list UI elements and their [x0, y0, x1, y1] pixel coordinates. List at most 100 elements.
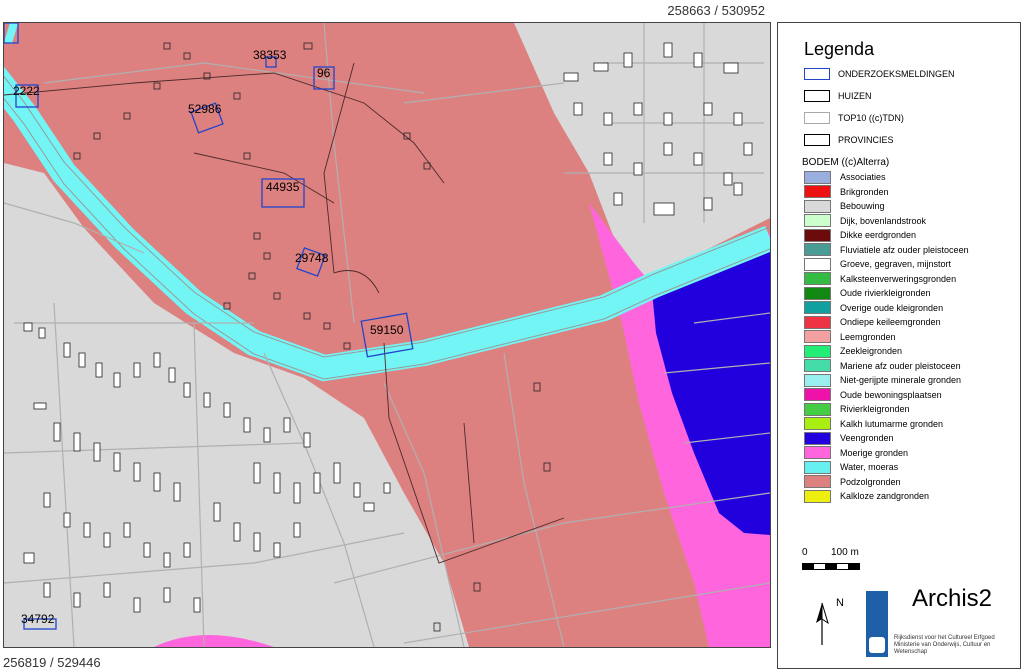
legend-bodem-item: Mariene afz ouder pleistoceen — [804, 359, 961, 373]
legend-bodem-item: Associaties — [804, 170, 886, 184]
legend-layer-top10: TOP10 ((c)TDN) — [804, 111, 904, 125]
legend-bodem-label: Moerige gronden — [840, 447, 909, 458]
legend-layer-label: PROVINCIES — [838, 135, 894, 145]
legend-bodem-label: Rivierkleigronden — [840, 404, 910, 414]
map-canvas[interactable]: 38353 96 2222 52986 44935 29748 59150 34… — [3, 22, 771, 648]
legend-bodem-swatch — [804, 460, 831, 474]
legend-bodem-item: Oude bewoningsplaatsen — [804, 388, 942, 402]
map-label-2222: 2222 — [13, 84, 40, 98]
legend-bodem-swatch — [804, 185, 831, 198]
legend-bodem-swatch — [804, 402, 831, 416]
legend-bodem-label: Niet-gerijpte minerale gronden — [840, 375, 962, 385]
map-label-44935: 44935 — [266, 180, 300, 194]
legend-bodem-swatch — [804, 257, 831, 271]
crest-icon — [869, 637, 885, 653]
legend-bodem-label: Kalksteenverweringsgronden — [840, 273, 957, 284]
legend-bodem-swatch — [804, 214, 831, 227]
north-label: N — [836, 597, 844, 609]
legend-bodem-item: Kalkh lutumarme gronden — [804, 417, 943, 431]
legend-bodem-label: Kalkh lutumarme gronden — [840, 418, 944, 429]
map-label-29748: 29748 — [295, 251, 329, 265]
legend-bodem-label: Veengronden — [840, 433, 894, 443]
legend-bodem-item: Moerige gronden — [804, 446, 908, 460]
legend-bodem-label: Podzolgronden — [840, 476, 901, 487]
legend-bodem-swatch — [804, 243, 831, 256]
legend-bodem-label: Dikke eerdgronden — [840, 230, 917, 240]
legend-symbol — [804, 112, 830, 124]
map-label-59150: 59150 — [370, 323, 404, 337]
legend-bodem-title: BODEM ((c)Alterra) — [802, 157, 890, 168]
legend-symbol — [804, 90, 830, 102]
legend-bodem-swatch — [804, 315, 831, 329]
legend-layer-label: ONDERZOEKSMELDINGEN — [838, 69, 955, 79]
legend-bodem-swatch — [804, 286, 831, 300]
legend-bodem-swatch — [804, 330, 831, 343]
legend-bodem-swatch — [804, 199, 831, 213]
legend-bodem-item: Ondiepe keileemgronden — [804, 315, 941, 329]
legend-bodem-swatch — [804, 431, 831, 445]
legend-bodem-item: Veengronden — [804, 431, 894, 445]
legend-bodem-item: Podzolgronden — [804, 475, 901, 489]
legend-bodem-label: Leemgronden — [840, 331, 896, 342]
legend-bodem-label: Fluviatiele afz ouder pleistoceen — [840, 244, 969, 255]
coordinate-bottom-left: 256819 / 529446 — [3, 655, 101, 670]
legend-bodem-label: Oude rivierkleigronden — [840, 288, 931, 298]
map-label-34792: 34792 — [21, 612, 55, 626]
legend-layer-huizen: HUIZEN — [804, 89, 872, 103]
legend-bodem-label: Oude bewoningsplaatsen — [840, 389, 942, 400]
map-label-52986: 52986 — [188, 102, 222, 116]
legend-bodem-item: Leemgronden — [804, 330, 896, 344]
legend-bodem-swatch — [804, 272, 831, 285]
app-title: Archis2 — [912, 585, 993, 612]
legend-symbol — [804, 134, 830, 146]
legend-bodem-label: Zeekleigronden — [840, 346, 903, 356]
scale-bar-graphic — [802, 563, 860, 570]
legend-bodem-swatch — [804, 344, 831, 358]
institution-text: Rijksdienst voor het Cultureel Erfgoed M… — [894, 635, 995, 655]
legend-layer-label: HUIZEN — [838, 91, 872, 101]
coordinate-top-right: 258663 / 530952 — [667, 3, 765, 18]
scale-bar: 0 100 m — [802, 547, 862, 577]
legend-bodem-label: Groeve, gegraven, mijnstort — [840, 259, 952, 269]
legend-bodem-item: Bebouwing — [804, 199, 885, 213]
legend-layer-onderzoeksmeldingen: ONDERZOEKSMELDINGEN — [804, 67, 955, 81]
scale-start-label: 0 — [802, 547, 808, 558]
legend-bodem-swatch — [804, 373, 831, 387]
legend-symbol — [804, 68, 830, 80]
legend-bodem-item: Fluviatiele afz ouder pleistoceen — [804, 243, 969, 257]
legend-bodem-label: Overige oude kleigronden — [840, 302, 944, 313]
legend-bodem-label: Kalkloze zandgronden — [840, 491, 930, 501]
legend-bodem-item: Kalkloze zandgronden — [804, 489, 929, 503]
legend-bodem-swatch — [804, 228, 831, 242]
map-label-38353: 38353 — [253, 48, 287, 62]
legend-bodem-item: Groeve, gegraven, mijnstort — [804, 257, 951, 271]
legend-bodem-item: Dikke eerdgronden — [804, 228, 916, 242]
legend-bodem-item: Dijk, bovenlandstrook — [804, 214, 926, 228]
legend-bodem-swatch — [804, 446, 831, 459]
legend-bodem-swatch — [804, 489, 831, 503]
legend-bodem-swatch — [804, 475, 831, 488]
legend-bodem-swatch — [804, 301, 831, 314]
legend-bodem-item: Water, moeras — [804, 460, 898, 474]
legend-bodem-swatch — [804, 359, 831, 372]
legend-bodem-label: Mariene afz ouder pleistoceen — [840, 360, 961, 371]
legend-bodem-swatch — [804, 417, 831, 430]
legend-panel: Legenda ONDERZOEKSMELDINGEN HUIZEN TOP10… — [777, 22, 1021, 669]
north-arrow-icon — [816, 602, 829, 645]
scale-end-label: 100 m — [831, 547, 859, 558]
legend-bodem-item: Rivierkleigronden — [804, 402, 910, 416]
legend-layer-provincies: PROVINCIES — [804, 133, 894, 147]
legend-bodem-item: Niet-gerijpte minerale gronden — [804, 373, 961, 387]
legend-bodem-item: Brikgronden — [804, 185, 889, 199]
legend-bodem-label: Dijk, bovenlandstrook — [840, 215, 927, 226]
legend-bodem-item: Overige oude kleigronden — [804, 301, 943, 315]
legend-title: Legenda — [804, 39, 875, 59]
legend-bodem-label: Associaties — [840, 172, 886, 182]
legend-bodem-label: Brikgronden — [840, 186, 889, 197]
legend-bodem-label: Water, moeras — [840, 462, 899, 472]
north-arrow: N — [808, 595, 844, 649]
legend-bodem-swatch — [804, 388, 831, 401]
legend-bodem-item: Zeekleigronden — [804, 344, 902, 358]
legend-bodem-swatch — [804, 170, 831, 184]
map-label-96: 96 — [317, 66, 331, 80]
